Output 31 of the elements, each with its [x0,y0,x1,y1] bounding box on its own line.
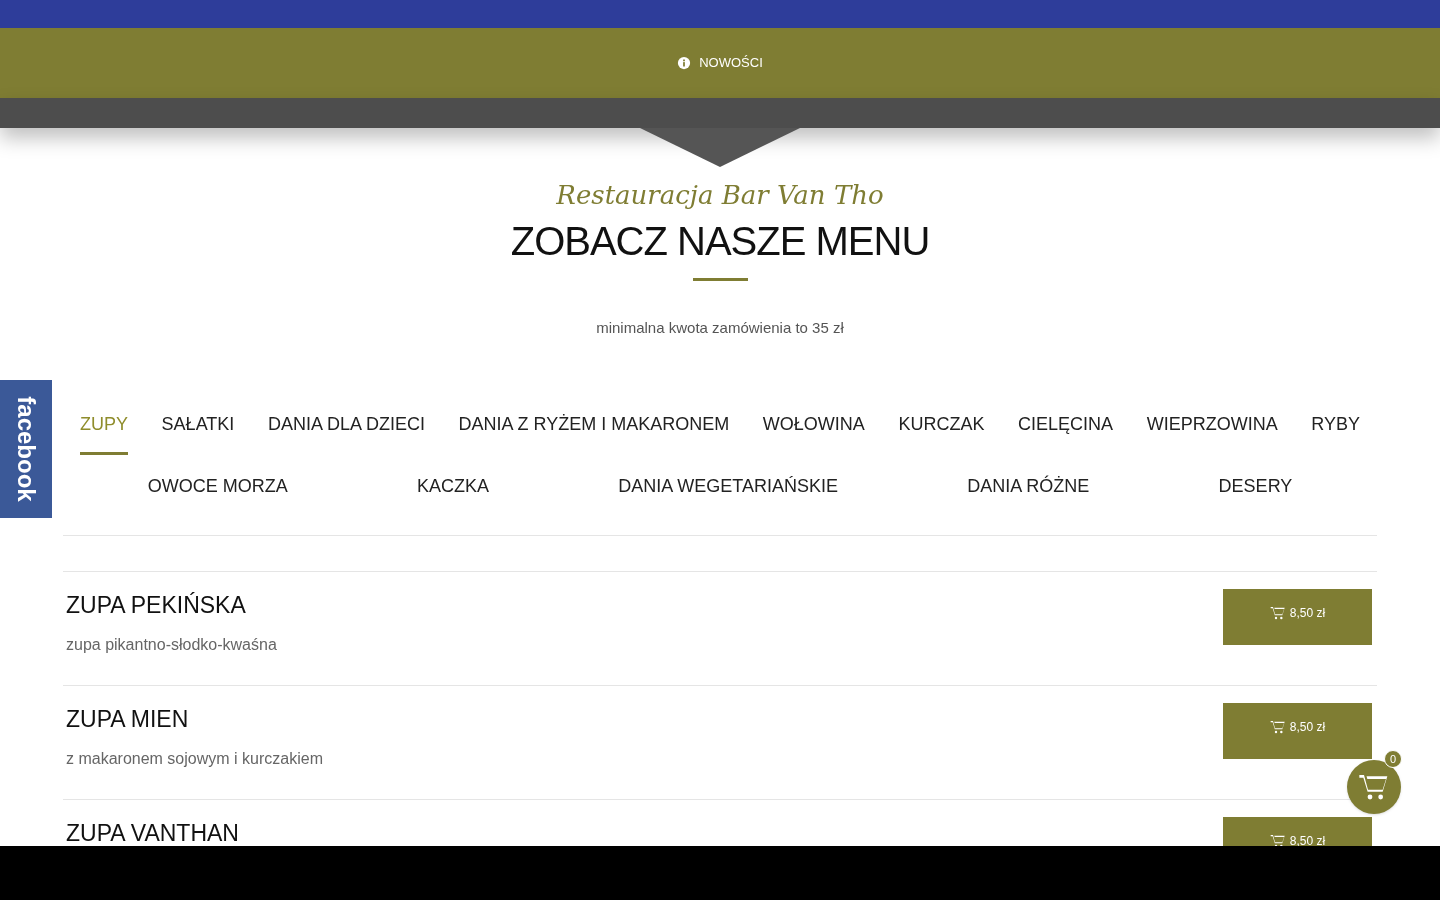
add-to-cart-button[interactable]: 8,50 zł [1223,817,1372,846]
category-tab[interactable]: DESERY [1218,473,1293,517]
dish-name: ZUPA VANTHAN [66,819,239,846]
category-tab[interactable]: OWOCE MORZA [147,473,288,517]
facebook-tab[interactable]: facebook [0,380,52,518]
category-tab[interactable]: KURCZAK [898,411,985,455]
category-tab[interactable]: WIEPRZOWINA [1146,411,1278,455]
notice-label[interactable]: NOWOŚCI [699,53,763,73]
category-tab[interactable]: DANIA RÓŻNE [967,473,1090,517]
category-tab[interactable]: DANIA WEGETARIAŃSKIE [618,473,838,517]
cart-count: 0 [1384,750,1402,768]
category-tab[interactable]: DANIA DLA DZIECI [267,411,425,455]
page-heading: ZOBACZ NASZE MENU [510,217,930,265]
dish-description: zupa pikantno-słodko-kwaśna [66,634,277,655]
dish-name: ZUPA PEKIŃSKA [66,591,247,620]
add-to-cart-button[interactable]: 8,50 zł [1223,703,1372,759]
category-tab[interactable]: WOŁOWINA [762,411,865,455]
add-to-cart-button[interactable]: 8,50 zł [1223,589,1372,645]
dish-name: ZUPA MIEN [66,705,190,734]
restaurant-name: Restauracja Bar Van Tho [556,179,884,212]
category-tab[interactable]: RYBY [1311,411,1360,455]
category-tab[interactable]: SAŁATKI [161,411,235,455]
category-tab[interactable]: DANIA Z RYŻEM I MAKARONEM [458,411,730,455]
dish-description: z makaronem sojowym i kurczakiem [66,748,323,769]
category-tab[interactable]: CIELĘCINA [1018,411,1114,455]
category-tab[interactable]: KACZKA [416,473,489,517]
dropdown-pointer-icon [640,128,800,167]
minimum-order-note: minimalna kwota zamówienia to 35 zł [596,317,844,338]
cart-icon [1269,719,1286,735]
cart-icon [1269,605,1286,621]
info-icon [677,56,692,70]
